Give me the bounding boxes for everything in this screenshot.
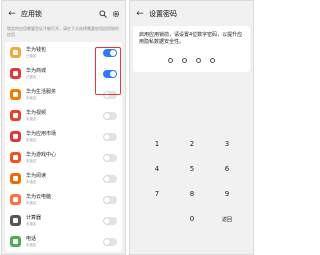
key-4[interactable]: 4 <box>142 162 172 176</box>
app-name: 华为阅读 <box>26 172 47 179</box>
store-app-icon <box>10 68 21 79</box>
app-status: 未锁定 <box>26 137 37 142</box>
video-app-icon <box>10 110 21 121</box>
app-status: 未锁定 <box>26 116 37 121</box>
app-lock-description: 锁定的应用需要验证才能打开，请在下方选择需要启用应用锁的应用 <box>7 26 119 37</box>
phone-icon <box>10 236 21 247</box>
key-5[interactable]: 5 <box>177 162 207 176</box>
app-status: 未锁定 <box>26 158 37 163</box>
app-status: 已锁定 <box>26 74 37 79</box>
password-prompt: 启用应用锁前，请设置4位数字密码，以提升应用隐私数据安全性。 <box>139 32 243 45</box>
pin-dot <box>168 58 173 63</box>
app-lock-header: ← 应用锁 <box>7 8 120 20</box>
gear-icon[interactable] <box>111 10 120 19</box>
app-lock-toggle[interactable] <box>103 195 117 204</box>
key-9[interactable]: 9 <box>212 187 242 201</box>
app-name: 华为钱包 <box>26 46 47 53</box>
app-market-icon <box>10 131 21 142</box>
app-name: 华为生活服务 <box>26 88 57 95</box>
reading-app-icon <box>10 173 21 184</box>
key-7[interactable]: 7 <box>142 187 172 201</box>
cloud-pc-icon <box>10 194 21 205</box>
pin-dot <box>182 58 187 63</box>
password-card: 启用应用锁前，请设置4位数字密码，以提升应用隐私数据安全性。 <box>133 26 250 72</box>
app-lock-toggle[interactable] <box>103 216 117 225</box>
game-center-icon <box>10 152 21 163</box>
pin-dot <box>210 58 215 63</box>
app-name: 华为游戏中心 <box>26 151 57 158</box>
key-2[interactable]: 2 <box>177 137 207 151</box>
back-arrow-icon[interactable]: ← <box>7 9 17 19</box>
calculator-icon <box>10 215 21 226</box>
list-item[interactable]: 电话 未锁定 <box>5 231 122 252</box>
set-password-screen: ← 设置密码 启用应用锁前，请设置4位数字密码，以提升应用隐私数据安全性。 1 … <box>129 0 254 255</box>
app-lock-screen: ← 应用锁 锁定的应用需要验证才能打开，请在下方选择需要启用应用锁的应用 华为钱… <box>1 0 126 255</box>
app-status: 未锁定 <box>26 221 37 226</box>
app-lock-toggle[interactable] <box>103 153 117 162</box>
key-6[interactable]: 6 <box>212 162 242 176</box>
list-item[interactable]: 华为应用市场 未锁定 <box>5 126 122 147</box>
page-title: 应用锁 <box>21 10 42 18</box>
list-item[interactable]: 华为云电脑 未锁定 <box>5 189 122 210</box>
highlight-box <box>95 47 121 95</box>
key-8[interactable]: 8 <box>177 187 207 201</box>
pin-dots <box>133 58 250 63</box>
wallet-app-icon <box>10 47 21 58</box>
app-name: 华为应用市场 <box>26 130 57 137</box>
app-name: 电话 <box>26 235 37 242</box>
app-status: 已锁定 <box>26 53 37 58</box>
list-item[interactable]: 华为视频 未锁定 <box>5 105 122 126</box>
back-button[interactable]: 返回 <box>212 212 242 226</box>
app-lock-toggle[interactable] <box>103 174 117 183</box>
life-services-app-icon <box>10 89 21 100</box>
app-name: 华为商城 <box>26 67 47 74</box>
app-name: 计算器 <box>26 214 42 221</box>
key-1[interactable]: 1 <box>142 137 172 151</box>
app-status: 未锁定 <box>26 242 37 247</box>
list-item[interactable]: 计算器 未锁定 <box>5 210 122 231</box>
app-status: 未锁定 <box>26 95 37 100</box>
key-3[interactable]: 3 <box>212 137 242 151</box>
list-item[interactable]: 华为游戏中心 未锁定 <box>5 147 122 168</box>
app-lock-toggle[interactable] <box>103 111 117 120</box>
app-status: 未锁定 <box>26 200 37 205</box>
app-name: 华为视频 <box>26 109 47 116</box>
list-item[interactable]: 华为阅读 未锁定 <box>5 168 122 189</box>
key-0[interactable]: 0 <box>177 212 207 226</box>
page-title: 设置密码 <box>149 10 177 18</box>
app-lock-toggle[interactable] <box>103 132 117 141</box>
set-password-header: ← 设置密码 <box>135 8 248 20</box>
pin-dot <box>196 58 201 63</box>
app-lock-toggle[interactable] <box>103 237 117 246</box>
app-status: 未锁定 <box>26 179 37 184</box>
app-name: 华为云电脑 <box>26 193 52 200</box>
back-arrow-icon[interactable]: ← <box>135 9 145 19</box>
search-icon[interactable] <box>98 10 107 19</box>
